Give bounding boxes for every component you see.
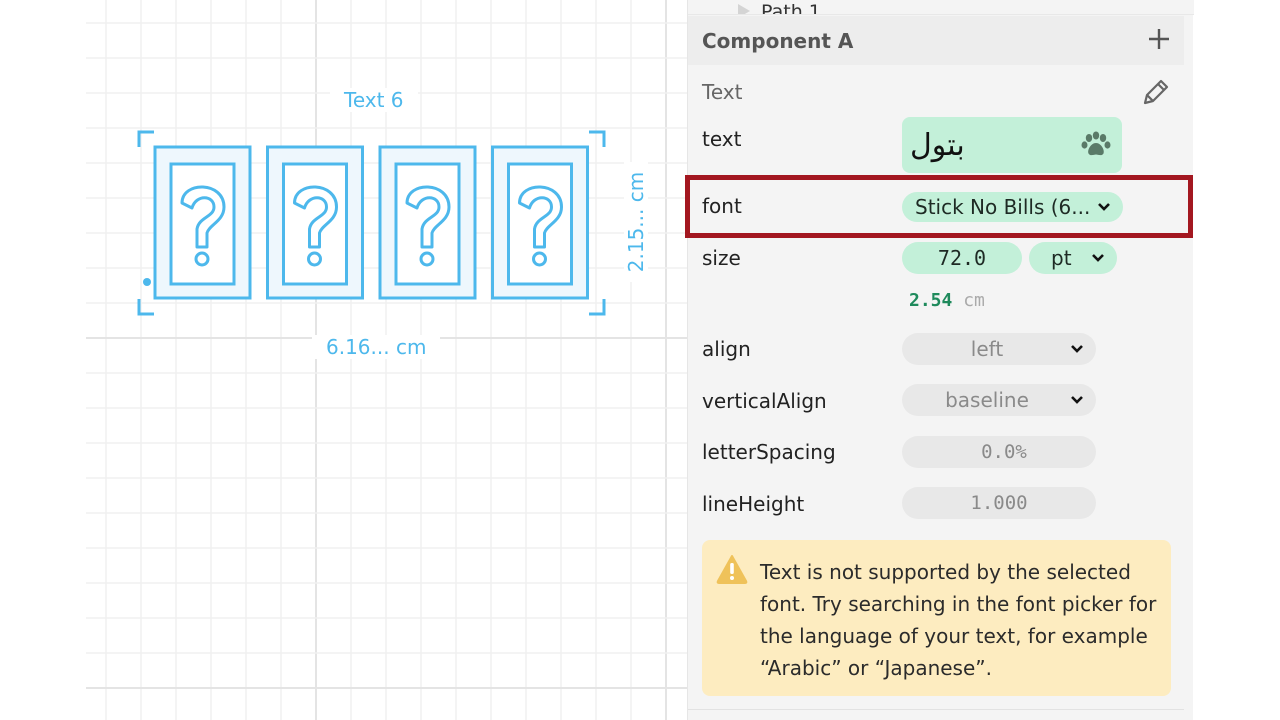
vertical-align-select-value: baseline xyxy=(945,388,1029,412)
font-select-value: Stick No Bills (6... xyxy=(915,195,1091,219)
design-canvas[interactable]: Text 6 6.16... cm 2.15... cm xyxy=(0,0,687,720)
paw-icon[interactable] xyxy=(1080,129,1112,161)
line-height-row-label: lineHeight xyxy=(702,492,805,516)
size-input[interactable]: 72.0 xyxy=(902,242,1022,274)
text-row-label: text xyxy=(702,127,742,151)
letter-spacing-row-label: letterSpacing xyxy=(702,440,836,464)
warning-icon xyxy=(716,555,748,584)
plus-icon xyxy=(1149,28,1169,49)
line-height-value[interactable]: 1.000 xyxy=(970,492,1027,514)
text-origin-anchor[interactable] xyxy=(143,278,151,286)
vertical-align-select[interactable]: baseline xyxy=(902,384,1096,416)
selection-handle-bottom-left[interactable] xyxy=(137,299,154,316)
expand-caret-icon[interactable] xyxy=(738,4,750,14)
warning-message: Text is not supported by the selected fo… xyxy=(760,560,1157,680)
edit-button[interactable] xyxy=(1141,77,1171,107)
letter-spacing-value[interactable]: 0.0% xyxy=(981,441,1027,463)
font-select[interactable]: Stick No Bills (6... xyxy=(902,192,1123,222)
size-converted-value: 2.54 xyxy=(909,290,953,311)
divider xyxy=(688,709,1184,710)
size-converted: 2.54 cm xyxy=(909,290,985,311)
vertical-align-row-label: verticalAlign xyxy=(702,389,827,413)
chevron-down-icon xyxy=(1071,345,1083,353)
layer-tree-item[interactable]: Path 1 xyxy=(761,1,821,14)
selection-height-label: 2.15... cm xyxy=(624,162,648,282)
pencil-icon xyxy=(1143,79,1169,105)
font-row-label: font xyxy=(702,194,742,218)
add-button[interactable] xyxy=(1148,26,1170,56)
size-converted-unit: cm xyxy=(963,290,985,311)
line-height-input[interactable]: 1.000 xyxy=(902,487,1096,519)
chevron-down-icon xyxy=(1071,396,1083,404)
chevron-down-icon xyxy=(1098,203,1110,211)
missing-glyph-box xyxy=(491,145,589,300)
align-select-value: left xyxy=(970,337,1004,361)
properties-panel: Path 1 Component A Text text بتول font S… xyxy=(685,0,1194,720)
unsupported-font-warning: Text is not supported by the selected fo… xyxy=(702,540,1171,696)
size-unit-value: pt xyxy=(1051,246,1072,270)
layer-tree: Path 1 xyxy=(688,0,1194,15)
component-title: Component A xyxy=(702,28,854,53)
align-row-label: align xyxy=(702,337,751,361)
selection-handle-bottom-right[interactable] xyxy=(589,299,606,316)
missing-glyph-box xyxy=(153,145,252,300)
letter-spacing-input[interactable]: 0.0% xyxy=(902,436,1096,468)
text-input-value[interactable]: بتول xyxy=(910,128,965,163)
selection-handle-top-left[interactable] xyxy=(137,130,154,147)
section-title: Text xyxy=(702,80,743,104)
size-unit-select[interactable]: pt xyxy=(1029,242,1117,274)
missing-glyph-box xyxy=(378,145,477,300)
size-input-value[interactable]: 72.0 xyxy=(938,246,986,270)
chevron-down-icon xyxy=(1092,254,1104,262)
selection-name-label: Text 6 xyxy=(330,88,418,112)
missing-glyph-box xyxy=(266,145,364,300)
text-input[interactable]: بتول xyxy=(902,117,1122,173)
align-select[interactable]: left xyxy=(902,333,1096,365)
glyph-placeholders xyxy=(153,145,589,300)
selection-width-label: 6.16... cm xyxy=(312,335,441,359)
selection-handle-top-right[interactable] xyxy=(589,130,606,147)
size-row-label: size xyxy=(702,246,741,270)
component-header: Component A xyxy=(688,16,1184,65)
